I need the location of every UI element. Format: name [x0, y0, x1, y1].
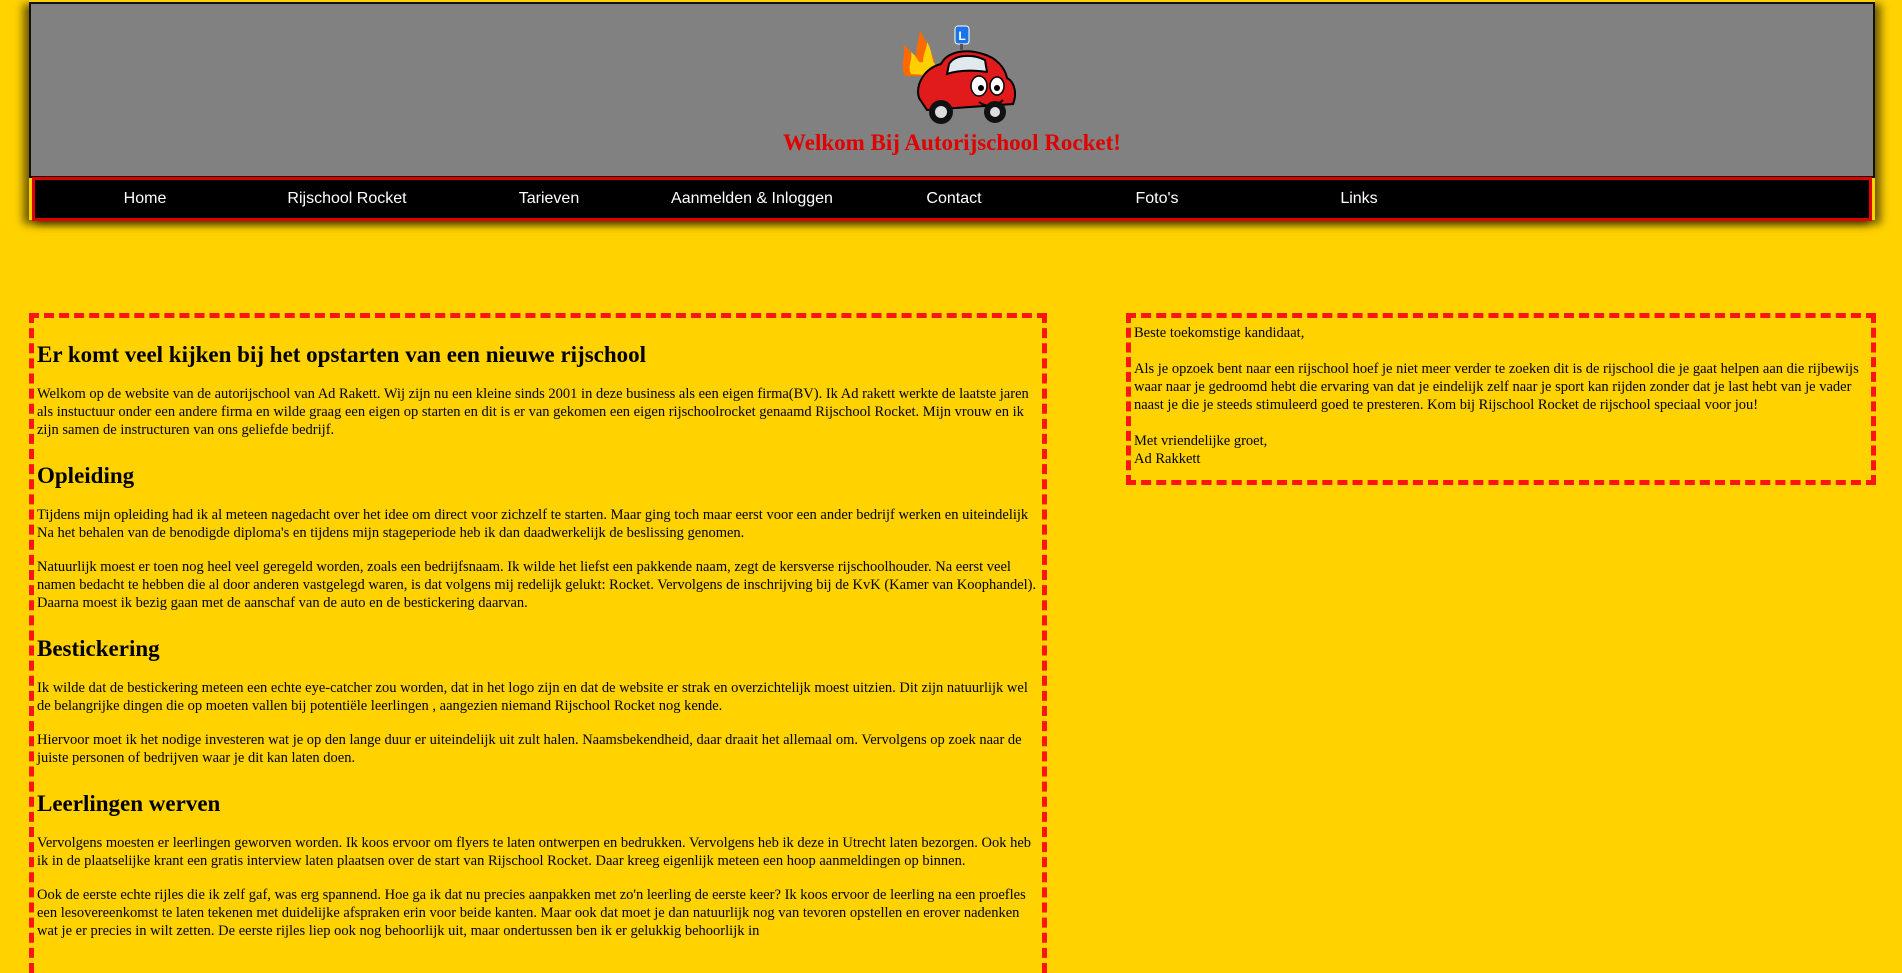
nav-item-links[interactable]: Links: [1259, 180, 1459, 218]
section-heading-bestickering: Bestickering: [37, 636, 160, 661]
intro-paragraph: Welkom op de website van de autorijschoo…: [37, 386, 1029, 438]
welcome-title: Welkom Bij Autorijschool Rocket!: [783, 130, 1121, 155]
nav-item-home[interactable]: Home: [45, 180, 245, 218]
section-paragraph: Ik wilde dat de bestickering meteen een …: [37, 680, 1028, 714]
section-heading-leerlingen-werven: Leerlingen werven: [37, 791, 221, 816]
greeting-text: Beste toekomstige kandidaat,: [1134, 325, 1305, 341]
section-heading-opleiding: Opleiding: [37, 463, 135, 488]
closing-text: Met vriendelijke groet,: [1134, 433, 1268, 449]
rocket-car-mascot-logo-icon: L: [902, 25, 1016, 124]
nav-item-tarieven[interactable]: Tarieven: [449, 180, 649, 218]
svg-text:L: L: [958, 29, 965, 43]
header-banner: L Welkom Bij Autorijschool Rocket!: [29, 2, 1875, 178]
main-navigation: Home Rijschool Rocket Tarieven Aanmelden…: [32, 177, 1872, 221]
section-paragraph: Hiervoor moet ik het nodige investeren w…: [37, 732, 1022, 766]
signature-text: Ad Rakkett: [1134, 451, 1201, 467]
section-paragraph: Natuurlijk moest er toen nog heel veel g…: [37, 559, 1037, 611]
page-title: Er komt veel kijken bij het opstarten va…: [37, 342, 647, 367]
message-text: Als je opzoek bent naar een rijschool ho…: [1134, 361, 1859, 413]
nav-item-rijschool-rocket[interactable]: Rijschool Rocket: [247, 180, 447, 218]
nav-item-aanmelden-inloggen[interactable]: Aanmelden & Inloggen: [652, 180, 852, 218]
welcome-message-box: Beste toekomstige kandidaat, Als je opzo…: [1126, 313, 1876, 485]
section-paragraph: Ook de eerste echte rijles die ik zelf g…: [37, 887, 1026, 939]
section-paragraph: Tijdens mijn opleiding had ik al meteen …: [37, 507, 1029, 541]
nav-item-contact[interactable]: Contact: [854, 180, 1054, 218]
site-header: L Welkom Bij Autorijschool Rocket! Home …: [29, 0, 1875, 221]
nav-item-fotos[interactable]: Foto's: [1057, 180, 1257, 218]
section-paragraph: Vervolgens moesten er leerlingen geworve…: [37, 835, 1032, 869]
main-content: Er komt veel kijken bij het opstarten va…: [29, 313, 1047, 973]
